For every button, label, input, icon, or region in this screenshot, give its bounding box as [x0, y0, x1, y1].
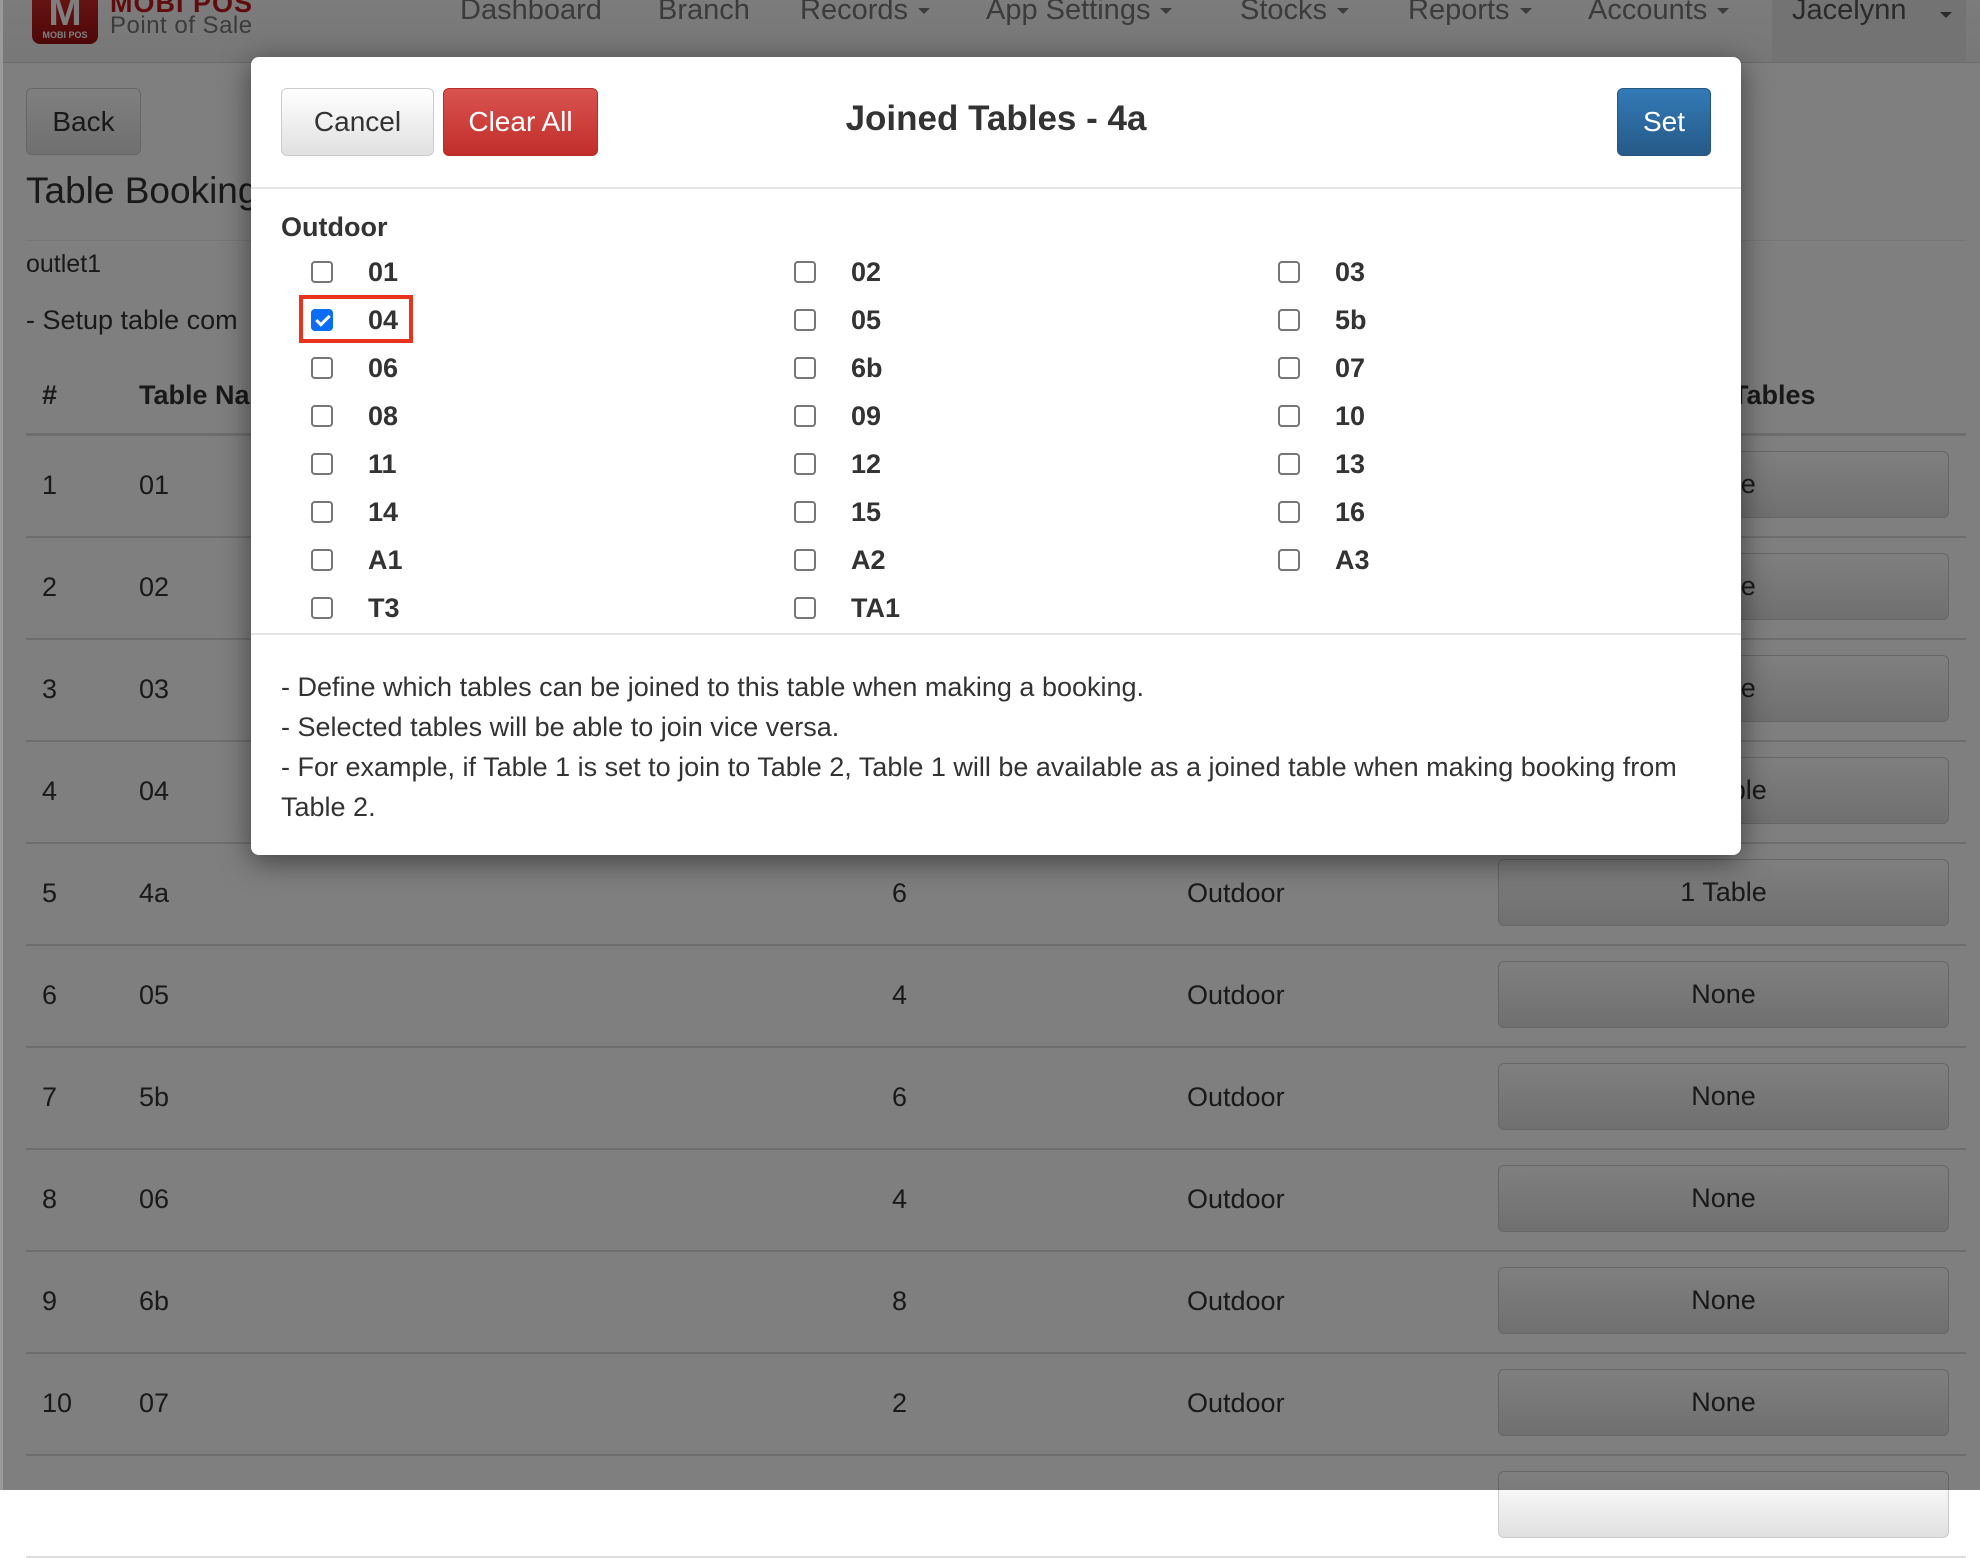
option-label: 16 — [1335, 497, 1366, 527]
option-label: 12 — [851, 449, 882, 479]
checkbox[interactable] — [1278, 357, 1300, 379]
checkbox[interactable] — [311, 405, 333, 427]
checkbox[interactable] — [311, 453, 333, 475]
help-line: - Selected tables will be able to join v… — [281, 712, 840, 742]
help-line: - Define which tables can be joined to t… — [281, 672, 1145, 702]
joined-tables-modal: Joined Tables - 4a Cancel Clear All Set … — [251, 57, 1741, 855]
option-label: TA1 — [851, 593, 901, 623]
checkbox[interactable] — [1278, 453, 1300, 475]
group-label-outdoor: Outdoor — [281, 212, 388, 242]
option-label: 09 — [851, 401, 882, 431]
selection-highlight — [299, 295, 413, 343]
option-label: 05 — [851, 305, 882, 335]
option-label: 06 — [368, 353, 399, 383]
option-label: 10 — [1335, 401, 1366, 431]
option-label: 08 — [368, 401, 399, 431]
clear-all-button[interactable]: Clear All — [443, 88, 598, 156]
set-button[interactable]: Set — [1617, 88, 1711, 156]
checkbox[interactable] — [311, 597, 333, 619]
option-label: 11 — [368, 449, 397, 479]
checkbox[interactable] — [1278, 309, 1300, 331]
option-label: 15 — [851, 497, 882, 527]
option-label: 07 — [1335, 353, 1366, 383]
window-edge — [0, 0, 3, 1490]
option-label: T3 — [368, 593, 400, 623]
checkbox[interactable] — [1278, 261, 1300, 283]
cancel-button[interactable]: Cancel — [281, 88, 434, 156]
checkbox[interactable] — [1278, 405, 1300, 427]
option-label: 03 — [1335, 257, 1366, 287]
checkbox[interactable] — [794, 501, 816, 523]
checkbox[interactable] — [311, 261, 333, 283]
checkbox[interactable] — [1278, 501, 1300, 523]
checkbox[interactable] — [794, 357, 816, 379]
modal-header: Joined Tables - 4a Cancel Clear All Set — [251, 57, 1741, 189]
option-label: 14 — [368, 497, 399, 527]
option-label: 13 — [1335, 449, 1366, 479]
checkbox[interactable] — [794, 261, 816, 283]
checkbox[interactable] — [794, 549, 816, 571]
checkbox[interactable] — [794, 453, 816, 475]
modal-divider — [251, 633, 1741, 635]
help-line: - For example, if Table 1 is set to join… — [281, 752, 1677, 822]
option-label: A1 — [368, 545, 403, 575]
option-label: 6b — [851, 353, 883, 383]
checkbox[interactable] — [794, 597, 816, 619]
option-label: 02 — [851, 257, 882, 287]
checkbox[interactable] — [794, 405, 816, 427]
checkbox[interactable] — [311, 357, 333, 379]
option-label: 01 — [368, 257, 399, 287]
checkbox[interactable] — [311, 549, 333, 571]
checkbox[interactable] — [1278, 549, 1300, 571]
option-label: 5b — [1335, 305, 1367, 335]
help-text: - Define which tables can be joined to t… — [281, 667, 1721, 827]
checkbox[interactable] — [794, 309, 816, 331]
option-label: A3 — [1335, 545, 1370, 575]
checkbox[interactable] — [311, 501, 333, 523]
option-label: A2 — [851, 545, 886, 575]
